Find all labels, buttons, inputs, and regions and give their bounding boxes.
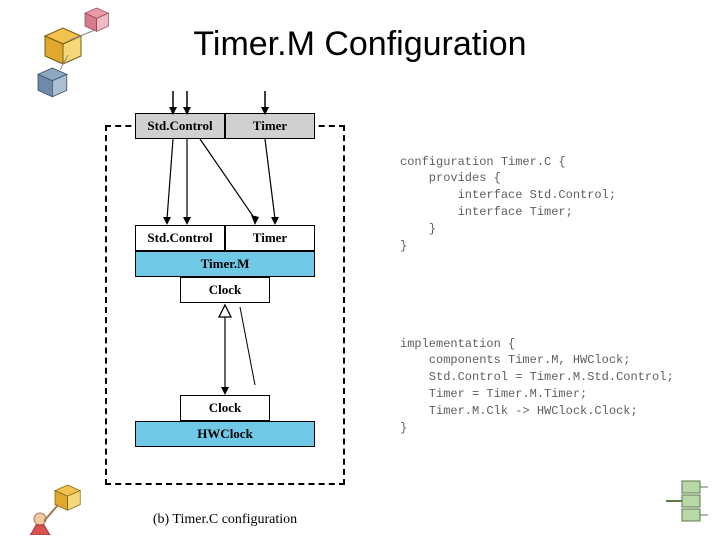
hwclock-module: HWClock [135, 421, 315, 447]
timerm-module: Timer.M [135, 251, 315, 277]
diagram-caption: (b) Timer.C configuration [105, 512, 345, 528]
code-block: configuration Timer.C { provides { inter… [400, 120, 700, 453]
mid-stdcontrol: Std.Control [135, 225, 225, 251]
code-impl: implementation { components Timer.M, HWC… [400, 336, 700, 437]
page-title: Timer.M Configuration [0, 25, 720, 64]
top-timer: Timer [225, 113, 315, 139]
code-config: configuration Timer.C { provides { inter… [400, 154, 700, 255]
deco-person-icon [30, 475, 90, 540]
timerc-diagram: Std.Control Timer Std.Control Timer Time… [105, 85, 345, 500]
deco-greenboxes-icon [662, 477, 710, 530]
bottom-clock: Clock [180, 395, 270, 421]
top-stdcontrol: Std.Control [135, 113, 225, 139]
mid-timer: Timer [225, 225, 315, 251]
mid-clock: Clock [180, 277, 270, 303]
